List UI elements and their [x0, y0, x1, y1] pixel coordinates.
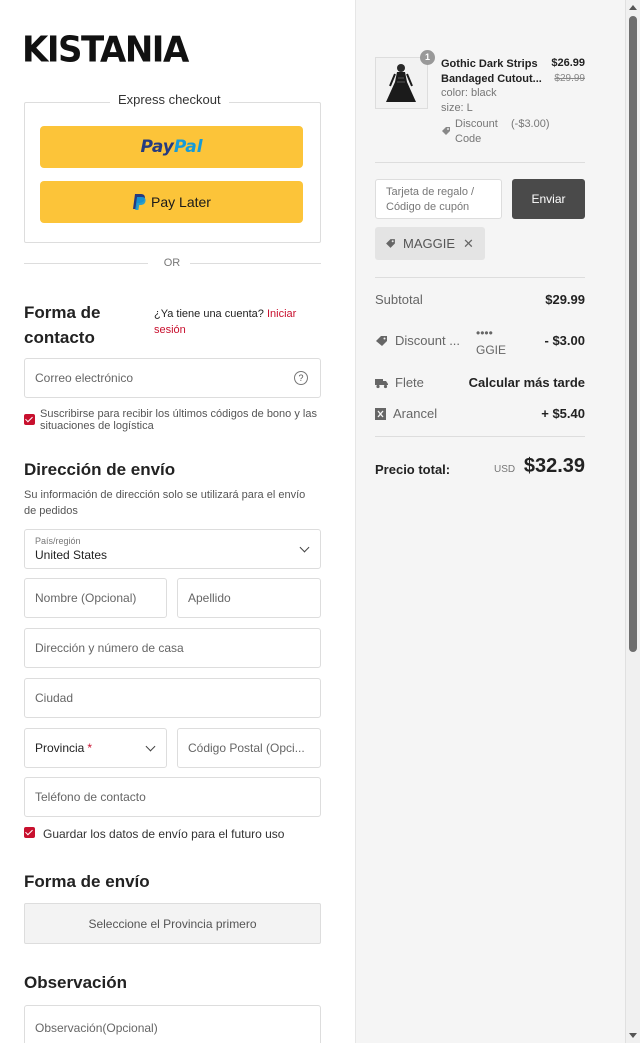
- discount-code-value: (-$3.00): [511, 118, 550, 130]
- brand-logo[interactable]: KISTANIA: [22, 29, 189, 71]
- dress-image: [376, 58, 427, 108]
- paypal-pal-text: Pal: [173, 137, 203, 157]
- express-checkout-title: Express checkout: [110, 92, 229, 107]
- total-value: $32.39: [523, 455, 585, 477]
- province-label: Provincia: [35, 741, 85, 755]
- notes-placeholder: Observación(Opcional): [35, 1020, 158, 1035]
- tag-icon: [386, 239, 395, 248]
- address-field[interactable]: Dirección y número de casa: [24, 628, 321, 668]
- phone-field[interactable]: Teléfono de contacto: [24, 777, 321, 817]
- divider-left: [24, 263, 148, 264]
- shipping-value: Calcular más tarde: [468, 375, 585, 390]
- pay-later-button[interactable]: Pay Later: [40, 181, 303, 223]
- discount-code-masked: •••• GGIE: [476, 326, 507, 357]
- total-currency: USD: [494, 464, 516, 475]
- country-value: United States: [35, 548, 108, 562]
- product-name[interactable]: Gothic Dark Strips Bandaged Cutout...: [441, 57, 545, 87]
- applied-coupon-code: MAGGIE: [403, 236, 456, 251]
- product-size: size: L: [441, 102, 473, 114]
- remove-coupon-icon[interactable]: ✕: [463, 236, 474, 252]
- discount-code-label: Discount Code: [455, 118, 498, 145]
- or-separator: OR: [163, 257, 181, 269]
- email-placeholder: Correo electrónico: [35, 371, 134, 385]
- divider: [375, 436, 585, 437]
- city-placeholder: Ciudad: [35, 691, 74, 705]
- shipping-label: Flete: [395, 375, 424, 390]
- notes-field[interactable]: Observación(Opcional): [24, 1005, 321, 1043]
- divider: [375, 277, 585, 278]
- apply-coupon-button[interactable]: Enviar: [512, 179, 585, 219]
- duty-value: + $5.40: [541, 406, 585, 421]
- required-marker: *: [87, 741, 93, 755]
- pay-later-label: Pay Later: [151, 194, 211, 210]
- divider: [375, 162, 585, 163]
- first-name-field[interactable]: Nombre (Opcional): [24, 578, 167, 618]
- country-label: País/región: [35, 536, 81, 546]
- address-privacy-note: Su información de dirección solo se util…: [24, 489, 306, 517]
- first-name-placeholder: Nombre (Opcional): [35, 591, 137, 605]
- subscribe-label: Suscribirse para recibir los últimos cód…: [40, 408, 317, 432]
- chevron-down-icon: [145, 741, 156, 752]
- order-summary-column: [355, 0, 625, 1043]
- save-address-label: Guardar los datos de envío para el futur…: [43, 827, 285, 841]
- account-question: ¿Ya tiene una cuenta?: [154, 308, 264, 320]
- duty-row-label: Arancel: [375, 406, 437, 421]
- city-field[interactable]: Ciudad: [24, 678, 321, 718]
- duty-label: Arancel: [393, 406, 438, 421]
- chevron-down-icon: [299, 542, 310, 553]
- postal-placeholder: Código Postal (Opci...: [188, 741, 305, 755]
- duty-icon: [375, 407, 386, 420]
- last-name-placeholder: Apellido: [188, 591, 231, 605]
- discount-value: - $3.00: [544, 333, 585, 348]
- postal-code-field[interactable]: Código Postal (Opci...: [177, 728, 321, 768]
- notes-heading: Observación: [24, 973, 127, 992]
- account-prompt: ¿Ya tiene una cuenta? Iniciar sesión: [154, 306, 314, 338]
- help-icon[interactable]: ?: [294, 371, 308, 385]
- shipping-method-heading: Forma de envío: [24, 872, 150, 891]
- address-placeholder: Dirección y número de casa: [35, 641, 184, 655]
- truck-icon: [375, 378, 388, 388]
- product-color: color: black: [441, 87, 497, 99]
- scroll-down-icon[interactable]: [629, 1033, 637, 1038]
- country-select[interactable]: País/región United States: [24, 529, 321, 569]
- gift-coupon-field[interactable]: Tarjeta de regalo / Código de cupón: [375, 179, 502, 219]
- paypal-pay-text: Pay: [140, 137, 174, 157]
- discount-label: Discount ...: [395, 333, 461, 348]
- quantity-badge: 1: [420, 50, 435, 65]
- email-field[interactable]: Correo electrónico ?: [24, 358, 321, 398]
- scrollbar-thumb[interactable]: [629, 16, 637, 652]
- product-discount: Discount Code (-$3.00): [441, 117, 550, 147]
- phone-placeholder: Teléfono de contacto: [35, 790, 146, 804]
- product-price: $26.99: [551, 57, 585, 69]
- scroll-up-icon[interactable]: [629, 5, 637, 10]
- subscribe-checkbox[interactable]: [24, 414, 35, 425]
- tag-icon: [442, 127, 450, 135]
- applied-coupon-chip: MAGGIE ✕: [375, 227, 485, 260]
- shipping-address-heading: Dirección de envío: [24, 460, 176, 479]
- subtotal-label: Subtotal: [375, 292, 423, 307]
- tag-icon: [376, 335, 387, 346]
- scrollbar[interactable]: [625, 0, 640, 1043]
- paypal-button[interactable]: Pay Pal: [40, 126, 303, 168]
- product-original-price: $29.99: [554, 73, 585, 84]
- subtotal-value: $29.99: [545, 292, 585, 307]
- save-address-checkbox[interactable]: [24, 827, 35, 838]
- total-label: Precio total:: [375, 462, 451, 477]
- shipping-method-placeholder: Seleccione el Provincia primero: [24, 903, 321, 944]
- paypal-icon: [133, 194, 146, 210]
- contact-heading: Forma de contacto: [24, 303, 101, 347]
- product-thumbnail[interactable]: [375, 57, 428, 109]
- divider-right: [190, 263, 321, 264]
- last-name-field[interactable]: Apellido: [177, 578, 321, 618]
- shipping-row-label: Flete: [375, 375, 424, 390]
- province-select[interactable]: Provincia *: [24, 728, 167, 768]
- discount-row-label: Discount ...: [375, 333, 460, 348]
